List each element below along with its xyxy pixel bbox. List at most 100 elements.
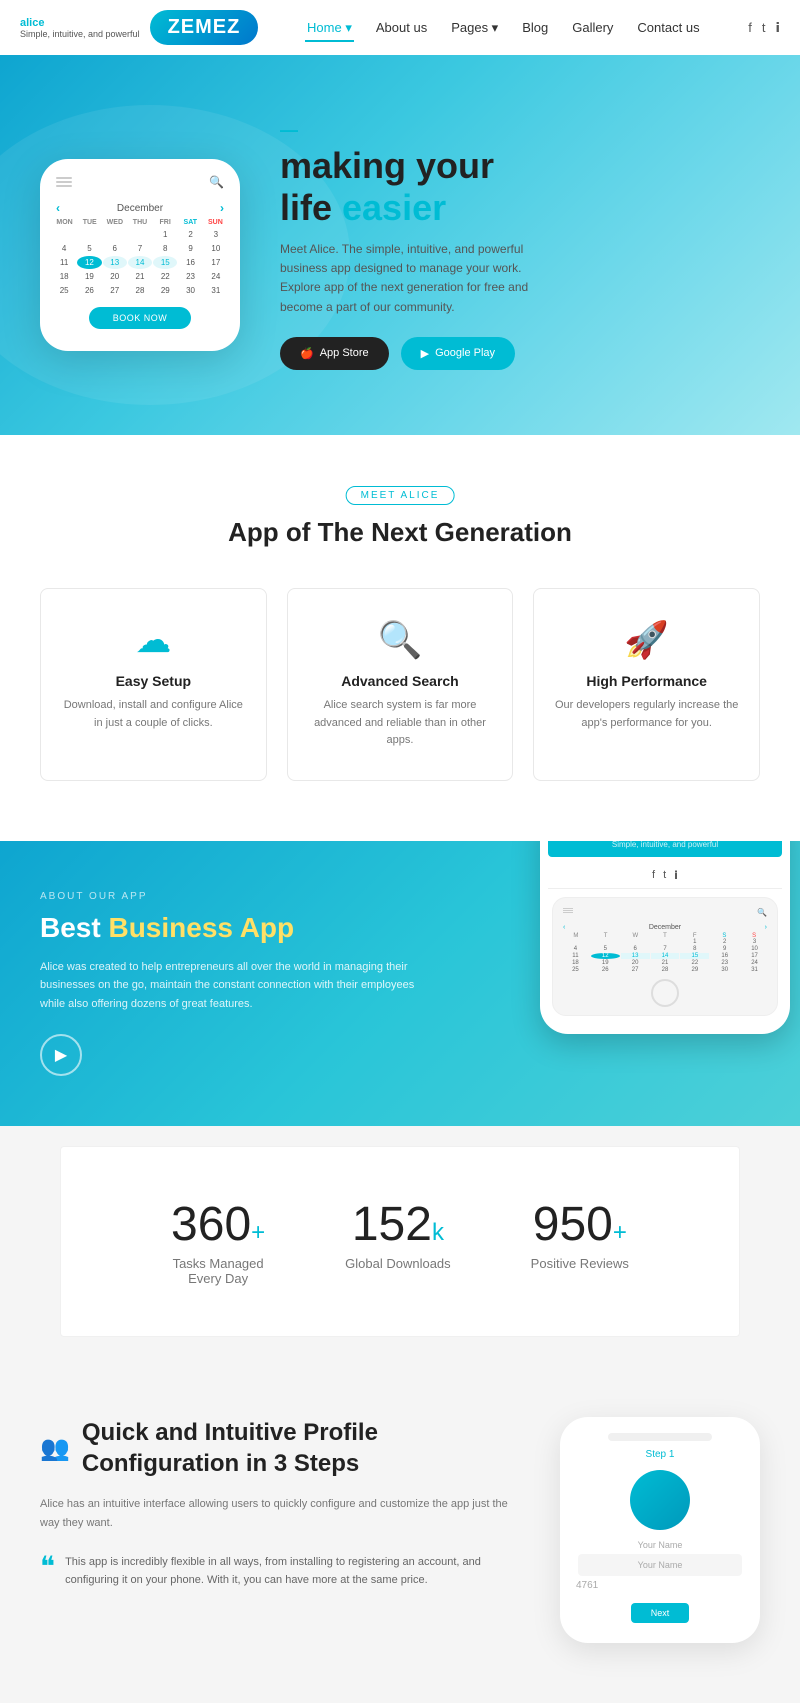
stat-downloads-label: Global Downloads — [345, 1256, 451, 1271]
features-grid: ☁ Easy Setup Download, install and confi… — [40, 588, 760, 781]
about-label: ABOUT OUR APP — [40, 891, 460, 902]
profile-phone-mockup: Step 1 Your Name Your Name 4761 Next — [560, 1417, 760, 1643]
about-content: ABOUT OUR APP Best Business App Alice wa… — [40, 891, 460, 1076]
quote-text: This app is incredibly flexible in all w… — [65, 1553, 520, 1590]
rocket-icon: 🚀 — [554, 619, 739, 661]
stat-downloads-suffix: k — [432, 1219, 444, 1246]
alice-logo-tagline: Simple, intuitive, and powerful — [20, 29, 140, 39]
mockup-alice-tagline: Simple, intuitive, and powerful — [558, 841, 772, 849]
about-title-accent: Business App — [108, 912, 294, 943]
alice-logo-name: alice — [20, 17, 140, 29]
mockup-mini-top-bar: 🔍 — [559, 906, 771, 919]
calendar-header: ‹ December › — [48, 197, 232, 219]
googleplay-label: Google Play — [435, 347, 495, 359]
stat-downloads-number: 152k — [345, 1197, 451, 1252]
instagram-link[interactable]: 𝗶 — [776, 20, 780, 36]
features-section-label: MEET ALICE — [346, 486, 455, 505]
feature-card-performance: 🚀 High Performance Our developers regula… — [533, 588, 760, 781]
hamburger-icon — [56, 177, 72, 187]
mockup-social-icons: f t 𝗶 — [548, 863, 782, 889]
hero-description: Meet Alice. The simple, intuitive, and p… — [280, 240, 540, 317]
hero-title: making your life easier — [280, 145, 760, 228]
feature-perf-name: High Performance — [554, 673, 739, 689]
play-icon: ▶ — [421, 347, 429, 360]
hero-section: 🔍 ‹ December › MONTUEWEDTHUFRI SATSUN 12… — [0, 55, 800, 435]
mockup-inner-phone: 🔍 ‹ December › MTWTF SS 123 45678910 111… — [552, 897, 778, 1016]
googleplay-button[interactable]: ▶ Google Play — [401, 337, 515, 370]
navbar: alice Simple, intuitive, and powerful ZE… — [0, 0, 800, 55]
step-circle — [630, 1470, 690, 1530]
cal-prev[interactable]: ‹ — [56, 201, 60, 215]
your-name-label: Your Name — [568, 1540, 752, 1550]
stat-tasks: 360+ Tasks ManagedEvery Day — [171, 1197, 265, 1286]
facebook-link[interactable]: f — [748, 20, 752, 35]
feature-search-desc: Alice search system is far more advanced… — [308, 697, 493, 750]
stat-tasks-number: 360+ — [171, 1197, 265, 1252]
your-name-field: Your Name — [578, 1554, 742, 1576]
search-icon: 🔍 — [308, 619, 493, 661]
social-links: f t 𝗶 — [748, 20, 780, 36]
hero-text: — making your life easier Meet Alice. Th… — [280, 120, 760, 370]
feature-card-setup: ☁ Easy Setup Download, install and confi… — [40, 588, 267, 781]
profile-next-button[interactable]: Next — [631, 1603, 690, 1623]
about-description: Alice was created to help entrepreneurs … — [40, 958, 420, 1014]
stat-tasks-value: 360 — [171, 1198, 251, 1251]
nav-pages[interactable]: Pages ▾ — [449, 16, 500, 40]
zemez-brand: ZEMEZ — [150, 10, 259, 45]
nav-home[interactable]: Home ▾ — [305, 16, 354, 40]
alice-logo: alice Simple, intuitive, and powerful — [20, 17, 140, 39]
about-title-prefix: Best — [40, 912, 108, 943]
mockup-fb-icon: f — [652, 869, 655, 882]
apple-icon: 🍎 — [300, 347, 314, 360]
about-section: ABOUT OUR APP Best Business App Alice wa… — [0, 841, 800, 1126]
appstore-label: App Store — [320, 347, 369, 359]
profile-left: 👥 Quick and Intuitive ProfileConfigurati… — [40, 1417, 520, 1590]
cloud-icon: ☁ — [61, 619, 246, 661]
features-section: MEET ALICE App of The Next Generation ☁ … — [0, 435, 800, 841]
profile-phone-container: Step 1 Your Name Your Name 4761 Next — [560, 1417, 760, 1643]
nav-gallery[interactable]: Gallery — [570, 16, 615, 39]
stats-grid: 360+ Tasks ManagedEvery Day 152k Global … — [171, 1197, 629, 1286]
twitter-link[interactable]: t — [762, 20, 766, 35]
feature-perf-desc: Our developers regularly increase the ap… — [554, 697, 739, 732]
calendar-days-header: MONTUEWEDTHUFRI SATSUN — [48, 219, 232, 226]
about-phone-container: alice Simple, intuitive, and powerful f … — [540, 841, 790, 1034]
feature-setup-name: Easy Setup — [61, 673, 246, 689]
profile-title: Quick and Intuitive ProfileConfiguration… — [82, 1417, 378, 1479]
mockup-home-button[interactable] — [651, 979, 679, 1007]
phone-top-bar: 🔍 — [48, 171, 232, 193]
stat-reviews: 950+ Positive Reviews — [531, 1197, 629, 1286]
mockup-tw-icon: t — [663, 869, 666, 882]
hero-title-accent: easier — [342, 187, 446, 228]
stats-wrapper: 360+ Tasks ManagedEvery Day 152k Global … — [0, 1126, 800, 1357]
profile-section: 👥 Quick and Intuitive ProfileConfigurati… — [0, 1357, 800, 1703]
stat-reviews-number: 950+ — [531, 1197, 629, 1252]
video-play-button[interactable]: ▶ — [40, 1034, 82, 1076]
nav-contact[interactable]: Contact us — [635, 16, 701, 39]
nav-links: Home ▾ About us Pages ▾ Blog Gallery Con… — [305, 16, 702, 40]
book-now-button[interactable]: BOOK NOW — [89, 307, 192, 329]
nav-blog[interactable]: Blog — [520, 16, 550, 39]
about-phone-mockup: alice Simple, intuitive, and powerful f … — [540, 841, 790, 1034]
mockup-header-bar: alice Simple, intuitive, and powerful — [548, 841, 782, 857]
calendar-month: December — [117, 203, 163, 214]
feature-search-name: Advanced Search — [308, 673, 493, 689]
hero-dash: — — [280, 120, 760, 141]
appstore-button[interactable]: 🍎 App Store — [280, 337, 389, 370]
stat-downloads: 152k Global Downloads — [345, 1197, 451, 1286]
nav-about[interactable]: About us — [374, 16, 429, 39]
stat-tasks-suffix: + — [251, 1219, 265, 1246]
stat-downloads-value: 152 — [352, 1198, 432, 1251]
hero-title-line1: making your — [280, 145, 494, 186]
cal-next[interactable]: › — [220, 201, 224, 215]
quote-block: ❝ This app is incredibly flexible in all… — [40, 1553, 520, 1590]
step-label: Step 1 — [568, 1449, 752, 1460]
step-number: 4761 — [568, 1576, 752, 1595]
hero-title-line2: life — [280, 187, 342, 228]
hero-phone-mockup: 🔍 ‹ December › MONTUEWEDTHUFRI SATSUN 12… — [40, 159, 240, 351]
feature-card-search: 🔍 Advanced Search Alice search system is… — [287, 588, 514, 781]
quote-mark: ❝ — [40, 1553, 55, 1581]
stat-reviews-value: 950 — [533, 1198, 613, 1251]
users-icon: 👥 — [40, 1434, 70, 1463]
calendar-grid: 123 45678910 11121314151617 181920212223… — [48, 228, 232, 297]
